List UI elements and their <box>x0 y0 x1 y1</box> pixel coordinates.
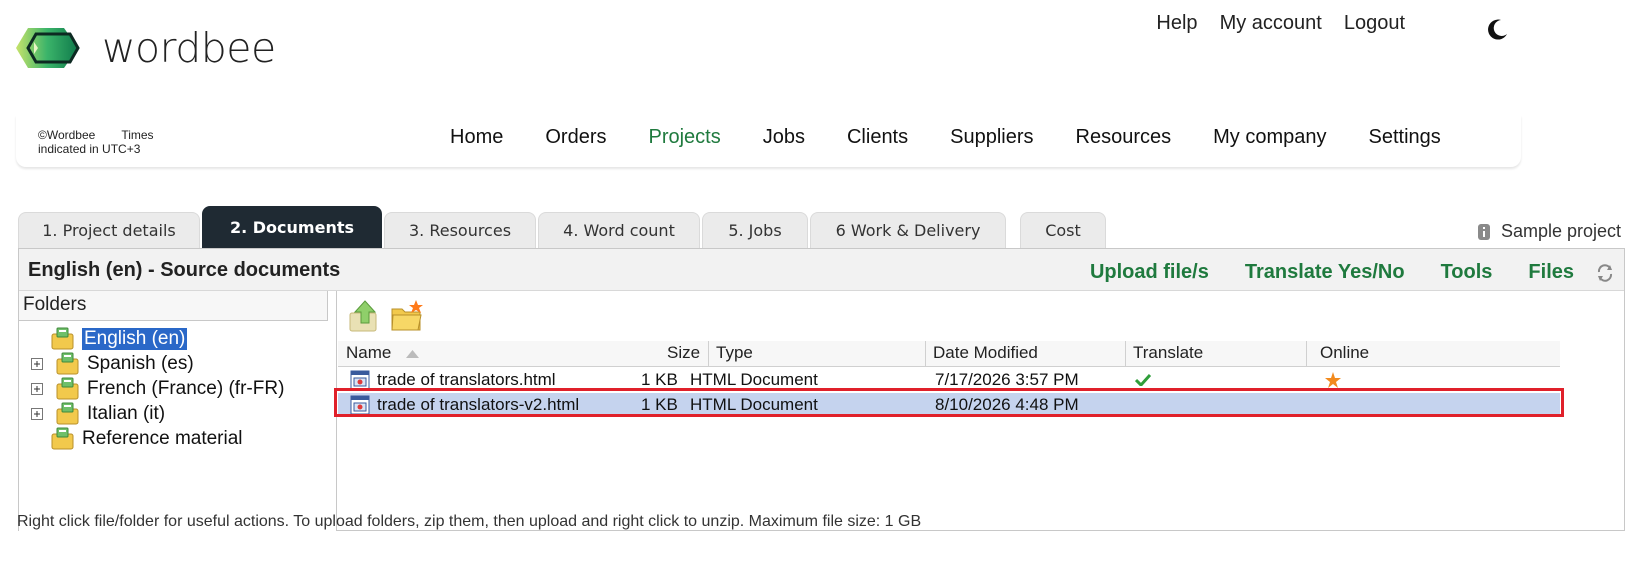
folder-up-icon[interactable] <box>348 299 382 333</box>
top-links: Help My account Logout <box>1156 12 1405 35</box>
wordbee-logo-text: wordbee <box>102 24 276 72</box>
folder-english[interactable]: English (en) <box>51 326 188 351</box>
tab-work-delivery[interactable]: 6 Work & Delivery <box>810 212 1006 248</box>
folder-spanish[interactable]: Spanish (es) <box>31 351 194 376</box>
files-button[interactable]: Files <box>1528 261 1574 284</box>
nav-settings[interactable]: Settings <box>1369 126 1441 149</box>
folder-french[interactable]: French (France) (fr-FR) <box>31 376 284 401</box>
times-text: Times <box>121 128 154 142</box>
language-folder-icon <box>56 402 79 425</box>
wordbee-logo[interactable]: wordbee <box>16 24 276 72</box>
tools-button[interactable]: Tools <box>1441 261 1493 284</box>
tab-word-count[interactable]: 4. Word count <box>538 212 700 248</box>
folder-italian[interactable]: Italian (it) <box>31 401 165 426</box>
nav-menu: Home Orders Projects Jobs Clients Suppli… <box>450 126 1483 149</box>
nav-projects[interactable]: Projects <box>648 126 720 149</box>
language-folder-icon <box>56 377 79 400</box>
translate-toggle-button[interactable]: Translate Yes/No <box>1245 261 1405 284</box>
panel-actions: Upload file/s Translate Yes/No Tools Fil… <box>1054 261 1614 284</box>
folder-label: Spanish (es) <box>87 352 194 374</box>
file-list-header: Name Size Type Date Modified Translate O… <box>338 341 1560 367</box>
folders-header: Folders <box>19 291 328 321</box>
nav-my-company[interactable]: My company <box>1213 126 1326 149</box>
info-icon <box>1477 223 1490 240</box>
sample-project-text: Sample project <box>1500 221 1621 241</box>
expand-icon[interactable] <box>31 357 43 370</box>
tab-documents[interactable]: 2. Documents <box>202 206 382 248</box>
file-name: trade of translators.html <box>377 370 556 389</box>
folder-label: Reference material <box>82 427 243 449</box>
language-folder-icon <box>51 427 74 450</box>
sample-project-label: Sample project <box>1477 221 1621 242</box>
tab-resources[interactable]: 3. Resources <box>384 212 536 248</box>
panel-header: English (en) - Source documents Upload f… <box>19 249 1624 291</box>
nav-resources[interactable]: Resources <box>1076 126 1172 149</box>
utc-text: indicated in UTC+3 <box>38 142 141 156</box>
nav-clients[interactable]: Clients <box>847 126 908 149</box>
file-date: 7/17/2026 3:57 PM <box>935 370 1079 389</box>
wordbee-logo-icon <box>16 28 80 68</box>
new-folder-icon[interactable] <box>390 299 424 333</box>
folder-label: English (en) <box>82 327 188 350</box>
utc-info: ©Wordbee Times indicated in UTC+3 <box>38 128 198 156</box>
column-size[interactable]: Size <box>667 343 700 363</box>
main-navbar: ©Wordbee Times indicated in UTC+3 Home Or… <box>16 115 1521 167</box>
folder-label: French (France) (fr-FR) <box>87 377 285 399</box>
column-type[interactable]: Type <box>716 343 753 363</box>
panel-title: English (en) - Source documents <box>28 259 341 281</box>
column-translate[interactable]: Translate <box>1133 343 1203 363</box>
expand-icon[interactable] <box>31 382 43 395</box>
file-type: HTML Document <box>690 370 818 389</box>
refresh-icon[interactable] <box>1596 263 1614 282</box>
folder-tree: Folders English (en) Spanish (es) French… <box>19 291 337 531</box>
moon-icon[interactable] <box>1487 18 1509 40</box>
column-divider[interactable] <box>925 341 926 367</box>
selected-row-highlight <box>334 388 1564 417</box>
folder-label: Italian (it) <box>87 402 166 424</box>
column-divider[interactable] <box>1306 341 1307 367</box>
tab-cost[interactable]: Cost <box>1020 212 1106 248</box>
nav-orders[interactable]: Orders <box>545 126 606 149</box>
language-folder-icon <box>56 352 79 375</box>
tab-project-details[interactable]: 1. Project details <box>18 212 200 248</box>
footer-note: Right click file/folder for useful actio… <box>17 513 922 530</box>
file-size: 1 KB <box>641 370 678 389</box>
nav-jobs[interactable]: Jobs <box>763 126 805 149</box>
column-date[interactable]: Date Modified <box>933 343 1038 363</box>
expand-icon[interactable] <box>31 407 43 420</box>
folder-reference[interactable]: Reference material <box>51 426 243 451</box>
nav-suppliers[interactable]: Suppliers <box>950 126 1033 149</box>
logout-link[interactable]: Logout <box>1344 12 1405 35</box>
star-icon[interactable] <box>1325 372 1341 388</box>
my-account-link[interactable]: My account <box>1220 12 1322 35</box>
language-folder-icon <box>51 327 74 350</box>
project-tabs: 1. Project details 2. Documents 3. Resou… <box>18 206 1108 248</box>
upload-files-button[interactable]: Upload file/s <box>1090 261 1209 284</box>
column-online[interactable]: Online <box>1320 343 1369 363</box>
html-file-icon <box>350 370 370 390</box>
help-link[interactable]: Help <box>1156 12 1197 35</box>
column-name[interactable]: Name <box>346 343 391 363</box>
column-divider[interactable] <box>1125 341 1126 367</box>
column-divider[interactable] <box>708 341 709 367</box>
copyright-text: ©Wordbee <box>38 128 96 142</box>
tab-jobs[interactable]: 5. Jobs <box>702 212 808 248</box>
checkmark-icon[interactable] <box>1135 374 1151 386</box>
sort-asc-icon[interactable] <box>406 350 419 358</box>
file-toolbar <box>348 299 432 333</box>
nav-home[interactable]: Home <box>450 126 503 149</box>
